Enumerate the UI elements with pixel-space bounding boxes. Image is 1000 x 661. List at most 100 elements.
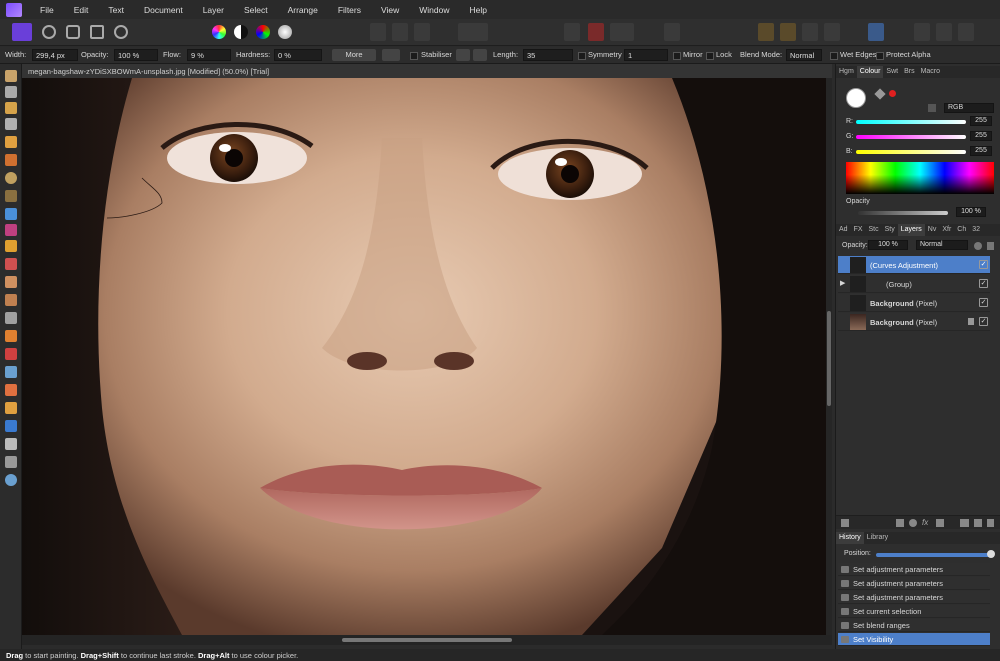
invert-selection-icon[interactable] — [414, 23, 430, 41]
primary-colour-swatch[interactable] — [846, 88, 866, 108]
tone-mapping-persona-icon[interactable] — [90, 25, 104, 39]
layer-settings-icon[interactable] — [974, 242, 982, 250]
stabiliser-checkbox[interactable] — [410, 52, 418, 60]
tab-stock[interactable]: Stc — [866, 224, 882, 236]
mask-layer-icon[interactable] — [896, 519, 904, 527]
hardness-field[interactable]: 0 % — [274, 49, 322, 61]
history-item[interactable]: Set adjustment parameters — [838, 577, 990, 590]
g-value[interactable]: 255 — [970, 131, 992, 141]
mesh-warp-icon[interactable] — [5, 456, 17, 468]
assistant-icon[interactable] — [664, 23, 680, 41]
layer-row-curves[interactable]: (Curves Adjustment) ✓ — [838, 256, 990, 274]
liquify-persona-icon[interactable] — [42, 25, 56, 39]
freehand-select-icon[interactable] — [5, 190, 17, 202]
r-value[interactable]: 255 — [970, 116, 992, 126]
auto-white-balance-icon[interactable] — [278, 25, 292, 39]
boolean-subtract-icon[interactable] — [936, 23, 952, 41]
tab-macro[interactable]: Macro — [918, 66, 943, 78]
add-group-icon[interactable] — [960, 519, 969, 527]
fx-icon[interactable]: fx — [922, 518, 928, 527]
share-icon[interactable] — [114, 25, 128, 39]
tab-swatches[interactable]: Swt — [883, 66, 901, 78]
flood-select-icon[interactable] — [5, 154, 17, 166]
window-mode-icon[interactable] — [473, 49, 487, 61]
layer-row-group[interactable]: ▶ (Group) ✓ — [838, 275, 990, 293]
lock-checkbox[interactable] — [706, 52, 714, 60]
menu-help[interactable]: Help — [460, 5, 497, 15]
boolean-intersect-icon[interactable] — [958, 23, 974, 41]
visibility-checkbox[interactable]: ✓ — [979, 279, 988, 288]
view-tool-icon[interactable] — [5, 70, 17, 82]
tab-layers[interactable]: Layers — [897, 224, 925, 236]
layer-row-background-1[interactable]: Background (Pixel) ✓ — [838, 294, 990, 312]
auto-levels-icon[interactable] — [212, 25, 226, 39]
menu-window[interactable]: Window — [409, 5, 459, 15]
crop-tool-icon[interactable] — [5, 118, 17, 130]
tab-styles[interactable]: Sty — [882, 224, 898, 236]
colour-picker-icon[interactable] — [874, 88, 886, 100]
tab-brushes[interactable]: Brs — [901, 66, 918, 78]
brush-settings-icon[interactable] — [382, 49, 400, 61]
length-field[interactable]: 35 — [523, 49, 573, 61]
menu-file[interactable]: File — [30, 5, 64, 15]
colour-spectrum[interactable] — [846, 162, 994, 194]
width-field[interactable]: 299,4 px — [32, 49, 78, 61]
history-item-selected[interactable]: Set Visibility — [838, 633, 990, 646]
protect-alpha-checkbox[interactable] — [876, 52, 884, 60]
blend-mode-dropdown[interactable]: Normal — [786, 49, 822, 61]
tab-effects[interactable]: FX — [851, 224, 866, 236]
clone-brush-icon[interactable] — [5, 312, 17, 324]
menu-select[interactable]: Select — [234, 5, 278, 15]
lock-colour-icon[interactable] — [928, 104, 936, 112]
tab-colour[interactable]: Colour — [856, 66, 884, 78]
erase-brush-icon[interactable] — [5, 276, 17, 288]
history-position-slider[interactable] — [876, 553, 990, 557]
menu-text[interactable]: Text — [98, 5, 134, 15]
layer-lock-icon[interactable] — [987, 242, 994, 250]
rectangle-tool-icon[interactable] — [5, 420, 17, 432]
arrange-front-icon[interactable] — [758, 23, 774, 41]
r-slider[interactable] — [856, 120, 966, 124]
tab-adjustments[interactable]: Ad — [836, 224, 851, 236]
mirror-checkbox[interactable] — [673, 52, 681, 60]
image-canvas[interactable] — [22, 78, 832, 635]
rope-mode-icon[interactable] — [456, 49, 470, 61]
menu-document[interactable]: Document — [134, 5, 193, 15]
menu-layer[interactable]: Layer — [193, 5, 234, 15]
more-button[interactable]: More — [332, 49, 376, 61]
pen-tool-icon[interactable] — [5, 402, 17, 414]
selection-brush-icon[interactable] — [5, 136, 17, 148]
colour-opacity-value[interactable]: 100 % — [956, 207, 986, 217]
dodge-brush-icon[interactable] — [5, 294, 17, 306]
recent-colour-dot[interactable] — [889, 90, 896, 97]
history-item[interactable]: Set adjustment parameters — [838, 591, 990, 604]
menu-edit[interactable]: Edit — [64, 5, 99, 15]
flow-field[interactable]: 9 % — [187, 49, 231, 61]
history-item[interactable]: Set blend ranges — [838, 619, 990, 632]
layer-opacity-field[interactable]: 100 % — [868, 240, 908, 250]
align-icon[interactable] — [868, 23, 884, 41]
magnet-snapping-dropdown[interactable] — [610, 23, 634, 41]
visibility-checkbox[interactable]: ✓ — [979, 260, 988, 269]
live-filter-icon[interactable] — [936, 519, 944, 527]
selection-marquee-icon[interactable] — [370, 23, 386, 41]
tab-histogram[interactable]: Hgm — [836, 66, 857, 78]
g-slider[interactable] — [856, 135, 966, 139]
flood-fill-icon[interactable] — [5, 208, 17, 220]
visibility-checkbox[interactable]: ✓ — [979, 298, 988, 307]
paint-brush-icon[interactable] — [5, 240, 17, 252]
colour-model-dropdown[interactable]: RGB — [944, 103, 994, 113]
expand-arrow-icon[interactable]: ▶ — [840, 279, 845, 287]
red-eye-icon[interactable] — [5, 348, 17, 360]
layers-stack-icon[interactable] — [841, 519, 849, 527]
tab-navigator[interactable]: Nv — [925, 224, 940, 236]
colour-opacity-slider[interactable] — [858, 211, 948, 215]
boolean-add-icon[interactable] — [914, 23, 930, 41]
arrange-forward-icon[interactable] — [802, 23, 818, 41]
b-value[interactable]: 255 — [970, 146, 992, 156]
tab-transform[interactable]: Xfr — [939, 224, 954, 236]
history-item[interactable]: Set current selection — [838, 605, 990, 618]
layer-row-background-2[interactable]: Background (Pixel) ✓ — [838, 313, 990, 331]
vertical-scrollbar[interactable] — [826, 78, 832, 635]
menu-arrange[interactable]: Arrange — [278, 5, 328, 15]
